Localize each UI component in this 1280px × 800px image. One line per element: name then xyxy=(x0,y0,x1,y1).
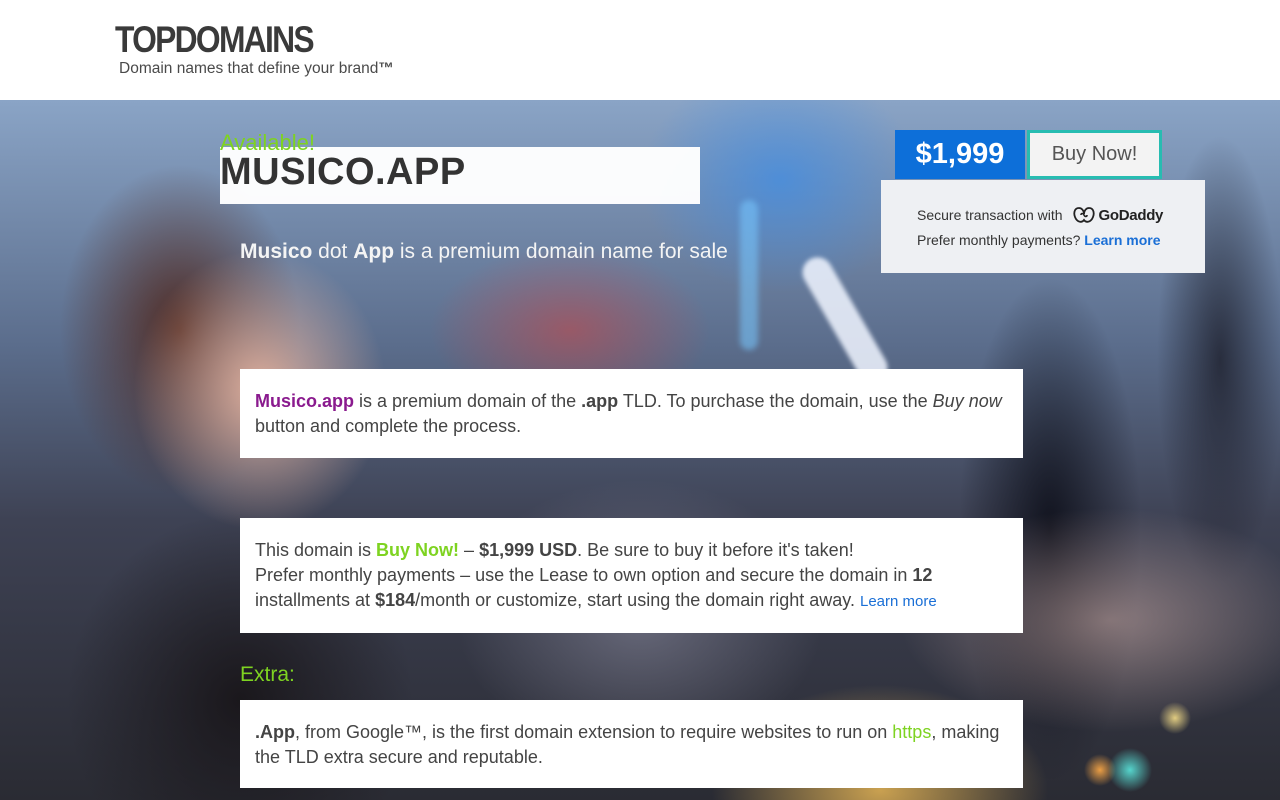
site-logo[interactable]: TOPDOMAINS xyxy=(115,19,315,61)
light-streak xyxy=(797,251,893,389)
domain-title: MUSICO.APP xyxy=(220,151,466,193)
pricing-text: – xyxy=(459,540,480,560)
domain-info-box: Musico.app is a premium domain of the .a… xyxy=(240,369,1023,458)
pricing-text: /month or customize, start using the dom… xyxy=(415,590,860,610)
subtitle-tld: App xyxy=(353,240,395,263)
tld-highlight: .app xyxy=(581,391,619,411)
installments-count: 12 xyxy=(912,565,933,585)
godaddy-icon xyxy=(1072,207,1095,223)
buy-now-reference: Buy now xyxy=(932,391,1002,411)
secure-transaction-text: Secure transaction with xyxy=(917,207,1063,223)
availability-label: Available! xyxy=(220,130,315,155)
subtitle-dot: dot xyxy=(312,240,354,263)
domain-name-highlight: Musico.app xyxy=(255,391,355,411)
site-header: TOPDOMAINS Domain names that define your… xyxy=(0,0,1280,100)
info-text: button and complete the process. xyxy=(255,416,522,436)
learn-more-link[interactable]: Learn more xyxy=(1084,232,1160,248)
monthly-price: $184 xyxy=(375,590,416,610)
full-price: $1,999 USD xyxy=(479,540,578,560)
extra-text: , from Google™, is the first domain exte… xyxy=(295,722,893,742)
lease-learn-more-link[interactable]: Learn more xyxy=(860,593,937,610)
pricing-text: installments at xyxy=(255,590,376,610)
secure-transaction-line: Secure transaction with GoDaddy xyxy=(917,206,1163,224)
buy-now-button[interactable]: Buy Now! xyxy=(1027,130,1162,179)
godaddy-logo: GoDaddy xyxy=(1072,206,1164,224)
extra-tld: .App xyxy=(255,722,295,742)
subtitle-name: Musico xyxy=(240,240,313,263)
light-streak xyxy=(740,200,758,350)
info-text: is a premium domain of the xyxy=(354,391,582,411)
godaddy-wordmark: GoDaddy xyxy=(1098,206,1164,224)
domain-subtitle: Musico dot App is a premium domain name … xyxy=(240,240,728,264)
secure-transaction-panel: Secure transaction with GoDaddy Prefer m… xyxy=(881,180,1205,273)
subtitle-rest: is a premium domain name for sale xyxy=(394,240,728,263)
monthly-payments-line: Prefer monthly payments? Learn more xyxy=(917,232,1161,248)
extra-info-box: .App, from Google™, is the first domain … xyxy=(240,700,1023,788)
https-highlight: https xyxy=(892,722,932,742)
tagline-text: Domain names that define your brand xyxy=(119,60,379,77)
status-badge: Buy Now! xyxy=(376,540,460,560)
price-badge: $1,999 xyxy=(895,130,1025,179)
info-text: TLD. To purchase the domain, use the xyxy=(618,391,933,411)
extra-heading: Extra: xyxy=(240,663,295,686)
pricing-info-box: This domain is Buy Now! – $1,999 USD. Be… xyxy=(240,518,1023,633)
site-tagline: Domain names that define your brand™ xyxy=(119,60,394,78)
pricing-text: Prefer monthly payments – use the Lease … xyxy=(255,565,913,585)
monthly-payments-text: Prefer monthly payments? xyxy=(917,232,1081,248)
pricing-text: This domain is xyxy=(255,540,377,560)
trademark-mark: ™ xyxy=(378,60,394,77)
pricing-text: . Be sure to buy it before it's taken! xyxy=(577,540,854,560)
